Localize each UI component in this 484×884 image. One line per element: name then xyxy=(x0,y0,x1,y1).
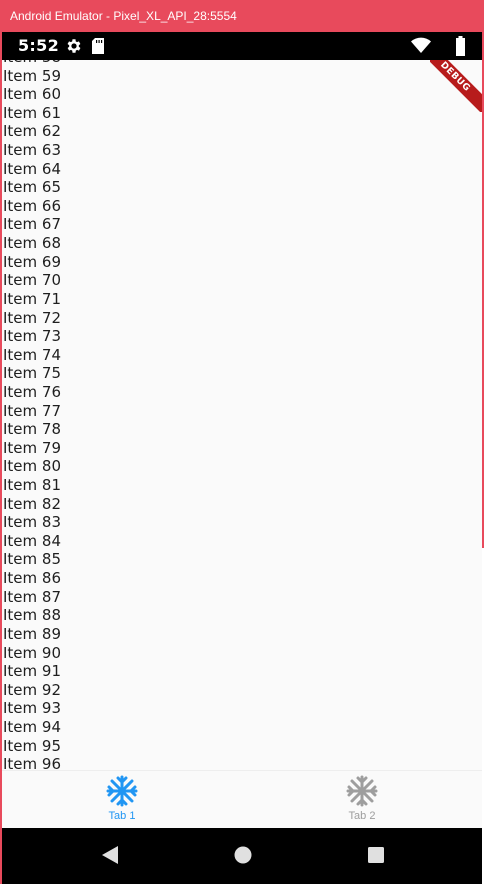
back-icon[interactable] xyxy=(100,845,120,869)
list-item[interactable]: Item 88 xyxy=(2,606,482,625)
list-item[interactable]: Item 70 xyxy=(2,271,482,290)
snowflake-icon xyxy=(106,775,138,807)
list-item[interactable]: Item 80 xyxy=(2,457,482,476)
list-item[interactable]: Item 82 xyxy=(2,495,482,514)
item-list[interactable]: Item 58Item 59Item 60Item 61Item 62Item … xyxy=(2,60,482,770)
list-item[interactable]: Item 64 xyxy=(2,160,482,179)
sd-card-icon xyxy=(91,37,105,59)
tab-1-label: Tab 1 xyxy=(108,810,136,822)
list-item[interactable]: Item 58 xyxy=(2,60,482,67)
list-item[interactable]: Item 93 xyxy=(2,699,482,718)
list-item[interactable]: Item 63 xyxy=(2,141,482,160)
list-item[interactable]: Item 81 xyxy=(2,476,482,495)
list-item[interactable]: Item 95 xyxy=(2,737,482,756)
bottom-navigation: Tab 1 Tab 2 xyxy=(2,770,482,828)
list-item[interactable]: Item 72 xyxy=(2,309,482,328)
wifi-icon xyxy=(411,37,431,59)
list-item[interactable]: Item 60 xyxy=(2,85,482,104)
content-area[interactable]: Item 58Item 59Item 60Item 61Item 62Item … xyxy=(2,60,482,770)
list-item[interactable]: Item 77 xyxy=(2,402,482,421)
list-item[interactable]: Item 96 xyxy=(2,755,482,770)
gear-icon xyxy=(65,37,83,59)
tab-2-label: Tab 2 xyxy=(348,810,376,822)
list-item[interactable]: Item 76 xyxy=(2,383,482,402)
system-navigation-bar xyxy=(2,828,482,884)
list-item[interactable]: Item 62 xyxy=(2,122,482,141)
list-item[interactable]: Item 59 xyxy=(2,67,482,86)
tab-2[interactable]: Tab 2 xyxy=(302,771,422,829)
list-item[interactable]: Item 69 xyxy=(2,253,482,272)
emulator-window-title: Android Emulator - Pixel_XL_API_28:5554 xyxy=(0,0,484,32)
list-item[interactable]: Item 83 xyxy=(2,513,482,532)
list-item[interactable]: Item 74 xyxy=(2,346,482,365)
list-item[interactable]: Item 67 xyxy=(2,215,482,234)
status-time: 5:52 xyxy=(18,36,59,55)
home-icon[interactable] xyxy=(233,845,253,869)
list-item[interactable]: Item 61 xyxy=(2,104,482,123)
list-item[interactable]: Item 65 xyxy=(2,178,482,197)
list-item[interactable]: Item 68 xyxy=(2,234,482,253)
list-item[interactable]: Item 92 xyxy=(2,681,482,700)
list-item[interactable]: Item 78 xyxy=(2,420,482,439)
list-item[interactable]: Item 87 xyxy=(2,588,482,607)
tab-1[interactable]: Tab 1 xyxy=(62,771,182,829)
list-item[interactable]: Item 85 xyxy=(2,550,482,569)
list-item[interactable]: Item 66 xyxy=(2,197,482,216)
list-item[interactable]: Item 94 xyxy=(2,718,482,737)
list-item[interactable]: Item 73 xyxy=(2,327,482,346)
list-item[interactable]: Item 75 xyxy=(2,364,482,383)
list-item[interactable]: Item 91 xyxy=(2,662,482,681)
list-item[interactable]: Item 84 xyxy=(2,532,482,551)
status-bar: 5:52 xyxy=(2,32,482,60)
snowflake-icon xyxy=(346,775,378,807)
battery-icon xyxy=(455,36,466,60)
list-item[interactable]: Item 71 xyxy=(2,290,482,309)
list-item[interactable]: Item 89 xyxy=(2,625,482,644)
list-item[interactable]: Item 90 xyxy=(2,644,482,663)
list-item[interactable]: Item 79 xyxy=(2,439,482,458)
list-item[interactable]: Item 86 xyxy=(2,569,482,588)
recents-icon[interactable] xyxy=(366,845,386,869)
